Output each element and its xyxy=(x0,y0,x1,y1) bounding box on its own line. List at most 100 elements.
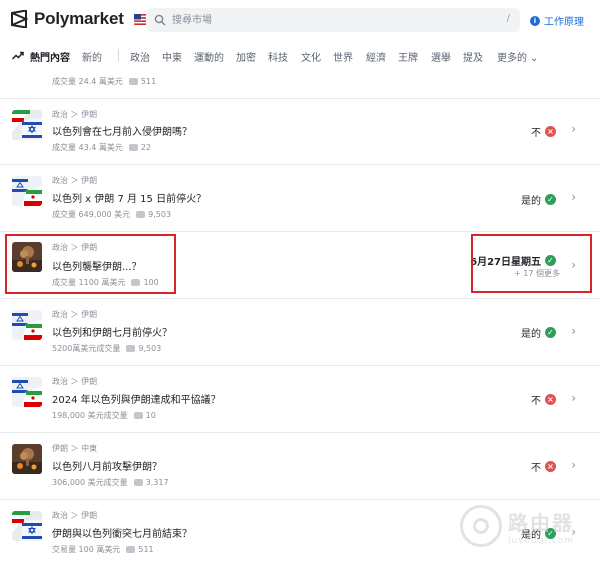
israel-iran-flags-image xyxy=(12,511,42,541)
market-meta: 成交量 649,000 美元 9,503 xyxy=(52,209,171,220)
nav-item-trump[interactable]: 王牌 xyxy=(398,49,418,64)
comment-icon xyxy=(126,546,136,553)
market-category: 政治 ＞ 伊朗 xyxy=(52,511,98,520)
market-volume: 5200萬美元成交量 xyxy=(52,344,121,353)
comment-count: 22 xyxy=(128,143,151,152)
market-outcome: 是的 ✓ xyxy=(521,192,556,207)
market-category: 政治 ＞ 伊朗 xyxy=(52,110,98,119)
market-outcome: 不 × xyxy=(531,124,556,139)
israel-iran-flags-image xyxy=(12,377,42,407)
market-outcome: 不 × xyxy=(531,392,556,407)
comment-count: 9,503 xyxy=(126,344,161,353)
market-row[interactable]: 成交量 24.4 萬美元 511 xyxy=(0,68,600,98)
market-question[interactable]: 以色列 x 伊朗 7 月 15 日前停火？ xyxy=(52,190,206,205)
market-outcome: 不 × xyxy=(531,459,556,474)
market-row[interactable]: 政治 ＞ 伊朗 以色列會在七月前入侵伊朗嗎？ 成交量 43.4 萬美元 22 不… xyxy=(0,98,600,164)
check-circle-icon: ✓ xyxy=(545,327,556,338)
brand-name: Polymarket xyxy=(34,9,124,28)
israel-iran-flags-image xyxy=(12,176,42,206)
chevron-right-icon[interactable]: › xyxy=(571,324,576,338)
nav-item-elections[interactable]: 選舉 xyxy=(431,49,451,64)
market-thumbnail xyxy=(12,176,42,206)
market-question[interactable]: 以色列八月前攻擊伊朗？ xyxy=(52,458,162,473)
search-shortcut-hint: / xyxy=(506,13,510,24)
info-icon: i xyxy=(530,15,540,26)
x-circle-icon: × xyxy=(545,126,556,137)
market-category: 伊朗 ＞ 中東 xyxy=(52,444,98,453)
outcome-label: 不 xyxy=(531,463,541,474)
comment-icon xyxy=(136,211,146,218)
market-row[interactable]: 伊朗 ＞ 中東 以色列八月前攻擊伊朗？ 306,000 美元成交量 3,317 … xyxy=(0,432,600,499)
nav-item-politics[interactable]: 政治 xyxy=(130,49,150,64)
market-meta: 交易量 100 萬美元 511 xyxy=(52,544,154,555)
trending-icon xyxy=(12,51,24,60)
brand-logo[interactable]: Polymarket xyxy=(10,9,150,29)
category-nav: 熱門內容 新的 政治 中東 運動的 加密 科技 文化 世界 經濟 王牌 選舉 提… xyxy=(0,44,600,68)
comment-count: 511 xyxy=(126,545,154,554)
chevron-right-icon[interactable]: › xyxy=(571,391,576,405)
comment-count: 511 xyxy=(128,77,156,86)
nav-item-economy[interactable]: 經濟 xyxy=(366,49,386,64)
nav-divider xyxy=(118,49,119,62)
nav-more-label: 更多的 xyxy=(497,53,527,64)
nav-item-mentions[interactable]: 提及 xyxy=(463,49,483,64)
market-question[interactable]: 伊朗與以色列衝突七月前結束？ xyxy=(52,525,192,540)
market-volume: 成交量 43.4 萬美元 xyxy=(52,143,123,152)
market-question[interactable]: 以色列會在七月前入侵伊朗嗎？ xyxy=(52,123,192,138)
market-thumbnail xyxy=(12,110,42,140)
chevron-right-icon[interactable]: › xyxy=(571,122,576,136)
explosion-image xyxy=(12,444,42,474)
market-thumbnail xyxy=(12,444,42,474)
market-thumbnail xyxy=(12,511,42,541)
market-row[interactable]: 政治 ＞ 伊朗 2024 年以色列與伊朗達成和平協議？ 198,000 美元成交… xyxy=(0,365,600,432)
outcome-label: 不 xyxy=(531,128,541,139)
nav-item-middle-east[interactable]: 中東 xyxy=(162,49,182,64)
market-question[interactable]: 以色列和伊朗七月前停火？ xyxy=(52,324,172,339)
search-input[interactable] xyxy=(172,12,472,28)
chevron-right-icon[interactable]: › xyxy=(571,458,576,472)
market-thumbnail xyxy=(12,377,42,407)
nav-item-trending[interactable]: 熱門內容 xyxy=(30,49,70,64)
market-meta: 198,000 美元成交量 10 xyxy=(52,410,156,421)
israel-iran-flags-image xyxy=(12,110,42,140)
watermark: 路由器 luyouqi.com xyxy=(460,505,574,547)
comment-icon xyxy=(128,144,138,151)
nav-item-new[interactable]: 新的 xyxy=(82,49,102,64)
comment-count: 10 xyxy=(133,411,156,420)
market-category: 政治 ＞ 伊朗 xyxy=(52,310,98,319)
outcome-label: 是的 xyxy=(521,329,541,340)
market-question[interactable]: 2024 年以色列與伊朗達成和平協議？ xyxy=(52,391,221,406)
highlight-box-outcome xyxy=(471,234,592,293)
market-outcome: 是的 ✓ xyxy=(521,325,556,340)
check-circle-icon: ✓ xyxy=(545,194,556,205)
market-row[interactable]: 政治 ＞ 伊朗 以色列和伊朗七月前停火？ 5200萬美元成交量 9,503 是的… xyxy=(0,298,600,365)
comment-icon xyxy=(133,412,143,419)
nav-item-tech[interactable]: 科技 xyxy=(268,49,288,64)
outcome-label: 不 xyxy=(531,396,541,407)
how-it-works-link[interactable]: i 工作原理 xyxy=(530,13,584,28)
nav-item-more[interactable]: 更多的 ⌄ xyxy=(497,49,538,64)
market-meta: 306,000 美元成交量 3,317 xyxy=(52,477,169,488)
outcome-label: 是的 xyxy=(521,196,541,207)
market-category: 政治 ＞ 伊朗 xyxy=(52,176,98,185)
market-thumbnail xyxy=(12,310,42,340)
market-volume: 交易量 100 萬美元 xyxy=(52,545,121,554)
chevron-right-icon[interactable]: › xyxy=(571,190,576,204)
nav-item-sports[interactable]: 運動的 xyxy=(194,49,224,64)
israel-iran-flags-image xyxy=(12,310,42,340)
nav-item-crypto[interactable]: 加密 xyxy=(236,49,256,64)
market-volume: 成交量 24.4 萬美元 xyxy=(52,77,123,86)
comment-icon xyxy=(126,345,136,352)
nav-item-world[interactable]: 世界 xyxy=(333,49,353,64)
comment-count: 3,317 xyxy=(133,478,169,487)
comment-icon xyxy=(133,479,143,486)
watermark-title: 路由器 xyxy=(508,510,574,535)
market-meta: 成交量 24.4 萬美元 511 xyxy=(52,76,156,87)
nav-item-culture[interactable]: 文化 xyxy=(301,49,321,64)
market-meta: 成交量 43.4 萬美元 22 xyxy=(52,142,151,153)
market-row[interactable]: 政治 ＞ 伊朗 以色列 x 伊朗 7 月 15 日前停火？ 成交量 649,00… xyxy=(0,164,600,231)
market-volume: 306,000 美元成交量 xyxy=(52,478,128,487)
x-circle-icon: × xyxy=(545,394,556,405)
market-volume: 成交量 649,000 美元 xyxy=(52,210,131,219)
search-bar[interactable]: / xyxy=(146,8,520,32)
